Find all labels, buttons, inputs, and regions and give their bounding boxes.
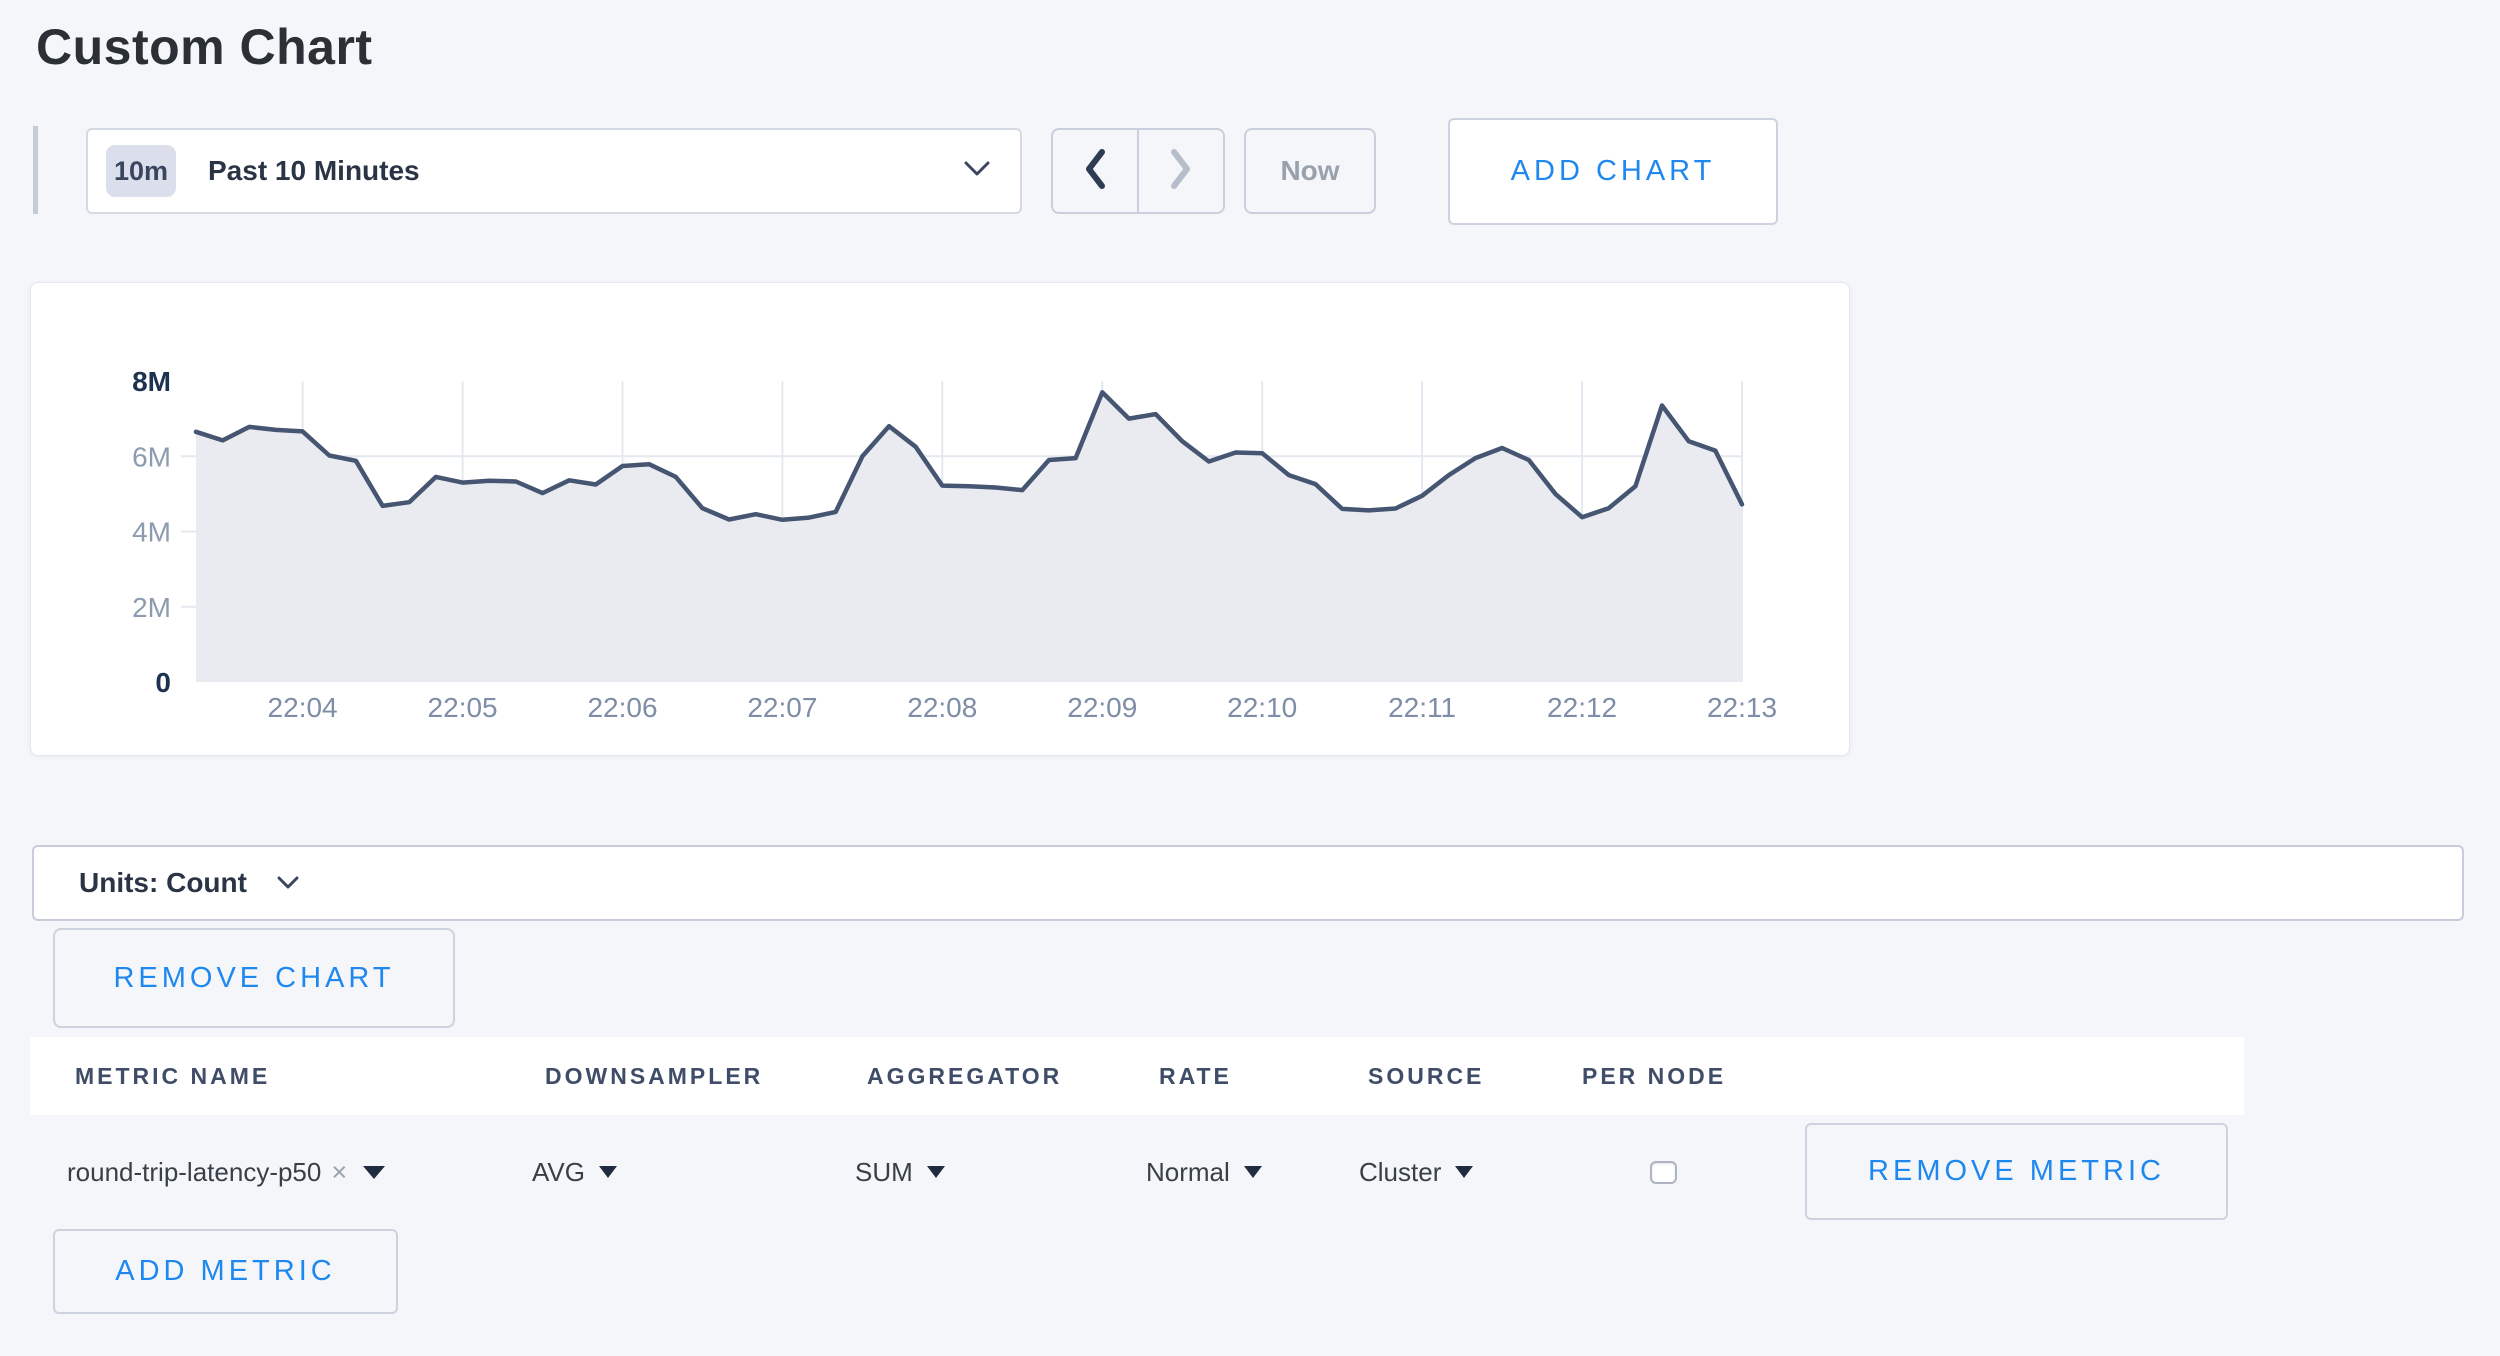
time-shift-button-group <box>1051 128 1225 214</box>
time-window-dropdown[interactable]: 10m Past 10 Minutes <box>86 128 1022 214</box>
units-dropdown[interactable]: Units: Count <box>32 845 2464 921</box>
add-chart-button[interactable]: ADD CHART <box>1448 118 1778 225</box>
svg-text:0: 0 <box>155 667 171 698</box>
svg-text:22:09: 22:09 <box>1067 692 1137 723</box>
column-header-rate: RATE <box>1159 1037 1232 1115</box>
rate-dropdown[interactable]: Normal <box>1146 1116 1262 1228</box>
source-dropdown[interactable]: Cluster <box>1359 1116 1473 1228</box>
source-value: Cluster <box>1359 1157 1441 1188</box>
column-header-downsampler: DOWNSAMPLER <box>545 1037 763 1115</box>
column-header-metric-name: METRIC NAME <box>75 1037 270 1115</box>
per-node-cell <box>1650 1116 1677 1228</box>
aggregator-dropdown[interactable]: SUM <box>855 1116 945 1228</box>
aggregator-value: SUM <box>855 1157 913 1188</box>
svg-text:22:06: 22:06 <box>587 692 657 723</box>
svg-text:6M: 6M <box>132 441 171 472</box>
custom-chart-panel: 0 2M 4M 6M 8M 22:04 22:05 22:06 22:07 22:08 22:09 2… <box>30 282 1850 756</box>
section-accent-bar <box>33 126 38 214</box>
time-shift-forward-button[interactable] <box>1139 130 1223 212</box>
timeseries-area-chart[interactable]: 0 2M 4M 6M 8M 22:04 22:05 22:06 22:07 22:08 22:09 2… <box>31 283 1847 753</box>
chevron-down-icon <box>964 161 990 182</box>
time-window-label: Past 10 Minutes <box>208 155 420 187</box>
dropdown-caret-icon <box>363 1166 385 1179</box>
per-node-checkbox[interactable] <box>1650 1161 1677 1184</box>
svg-text:22:12: 22:12 <box>1547 692 1617 723</box>
dropdown-caret-icon <box>1455 1166 1473 1178</box>
dropdown-caret-icon <box>1244 1166 1262 1178</box>
svg-text:22:11: 22:11 <box>1388 692 1456 723</box>
svg-text:22:13: 22:13 <box>1707 692 1777 723</box>
svg-text:8M: 8M <box>132 366 171 397</box>
column-header-aggregator: AGGREGATOR <box>867 1037 1062 1115</box>
svg-text:22:07: 22:07 <box>747 692 817 723</box>
svg-text:22:08: 22:08 <box>907 692 977 723</box>
add-metric-button[interactable]: ADD METRIC <box>53 1229 398 1314</box>
svg-text:22:10: 22:10 <box>1227 692 1297 723</box>
dropdown-caret-icon <box>927 1166 945 1178</box>
remove-metric-button[interactable]: REMOVE METRIC <box>1805 1123 2228 1220</box>
metric-name-value: round-trip-latency-p50 <box>67 1157 321 1188</box>
svg-text:22:05: 22:05 <box>428 692 498 723</box>
time-window-badge: 10m <box>106 145 176 197</box>
svg-text:22:04: 22:04 <box>268 692 338 723</box>
dropdown-caret-icon <box>599 1166 617 1178</box>
column-header-per-node: PER NODE <box>1582 1037 1726 1115</box>
time-shift-back-button[interactable] <box>1053 130 1137 212</box>
rate-value: Normal <box>1146 1157 1230 1188</box>
svg-text:2M: 2M <box>132 592 171 623</box>
downsampler-value: AVG <box>532 1157 585 1188</box>
units-label: Units: Count <box>79 867 247 899</box>
metrics-table-header: METRIC NAME DOWNSAMPLER AGGREGATOR RATE … <box>30 1037 2244 1115</box>
chevron-left-icon <box>1082 147 1108 196</box>
chevron-right-icon <box>1168 147 1194 196</box>
now-button[interactable]: Now <box>1244 128 1376 214</box>
clear-metric-x-icon[interactable]: × <box>331 1157 347 1188</box>
chevron-down-icon <box>277 876 299 895</box>
remove-chart-button[interactable]: REMOVE CHART <box>53 928 455 1028</box>
svg-text:4M: 4M <box>132 517 171 548</box>
downsampler-dropdown[interactable]: AVG <box>532 1116 617 1228</box>
metric-name-dropdown[interactable]: round-trip-latency-p50 × <box>67 1116 385 1228</box>
page-title: Custom Chart <box>36 18 373 76</box>
column-header-source: SOURCE <box>1368 1037 1484 1115</box>
